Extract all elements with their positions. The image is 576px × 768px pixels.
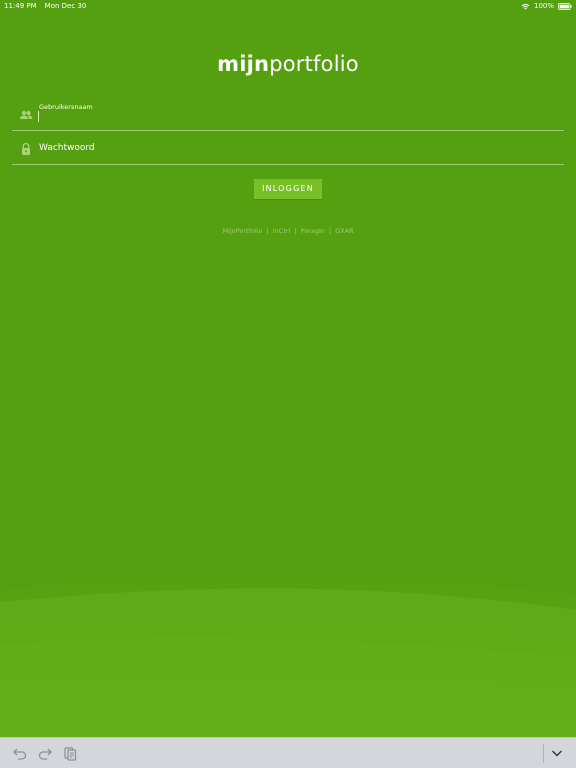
- wifi-icon: [521, 3, 530, 10]
- text-cursor: [38, 111, 39, 122]
- redo-icon[interactable]: [37, 745, 53, 761]
- login-button[interactable]: INLOGGEN: [254, 179, 322, 199]
- status-right: 100%: [521, 0, 572, 12]
- logo-bold: mijn: [217, 52, 270, 76]
- password-field[interactable]: Wachtwoord: [12, 131, 564, 165]
- undo-icon[interactable]: [12, 745, 28, 761]
- link-separator: |: [328, 227, 332, 235]
- status-time: 11:49 PM: [4, 2, 37, 10]
- users-icon: [19, 107, 33, 121]
- battery-percent: 100%: [533, 2, 554, 10]
- paste-icon[interactable]: [62, 745, 78, 761]
- password-placeholder: Wachtwoord: [39, 143, 95, 153]
- footer-links: MijnPortfolio | InCtrl | Paragin | GXAR: [0, 227, 576, 235]
- keyboard-toolbar: [0, 737, 576, 768]
- username-label: Gebruikersnaam: [39, 103, 93, 111]
- link-mijnportfolio[interactable]: MijnPortfolio: [222, 227, 262, 235]
- toolbar-divider: [543, 744, 544, 763]
- username-field[interactable]: Gebruikersnaam: [12, 97, 564, 131]
- link-separator: |: [294, 227, 297, 235]
- link-gxar[interactable]: GXAR: [335, 227, 353, 235]
- app-logo: mijnportfolio: [0, 52, 576, 76]
- lock-icon: [19, 141, 33, 155]
- chevron-down-icon[interactable]: [549, 745, 565, 761]
- background-waves: [0, 573, 576, 737]
- link-paragin[interactable]: Paragin: [301, 227, 325, 235]
- logo-light: portfolio: [269, 52, 359, 76]
- link-separator: |: [266, 227, 269, 235]
- status-bar: 11:49 PM Mon Dec 30 100%: [0, 0, 576, 12]
- link-inctrl[interactable]: InCtrl: [273, 227, 291, 235]
- battery-icon: [558, 2, 572, 10]
- status-left: 11:49 PM Mon Dec 30: [4, 0, 94, 12]
- status-date: Mon Dec 30: [44, 2, 87, 10]
